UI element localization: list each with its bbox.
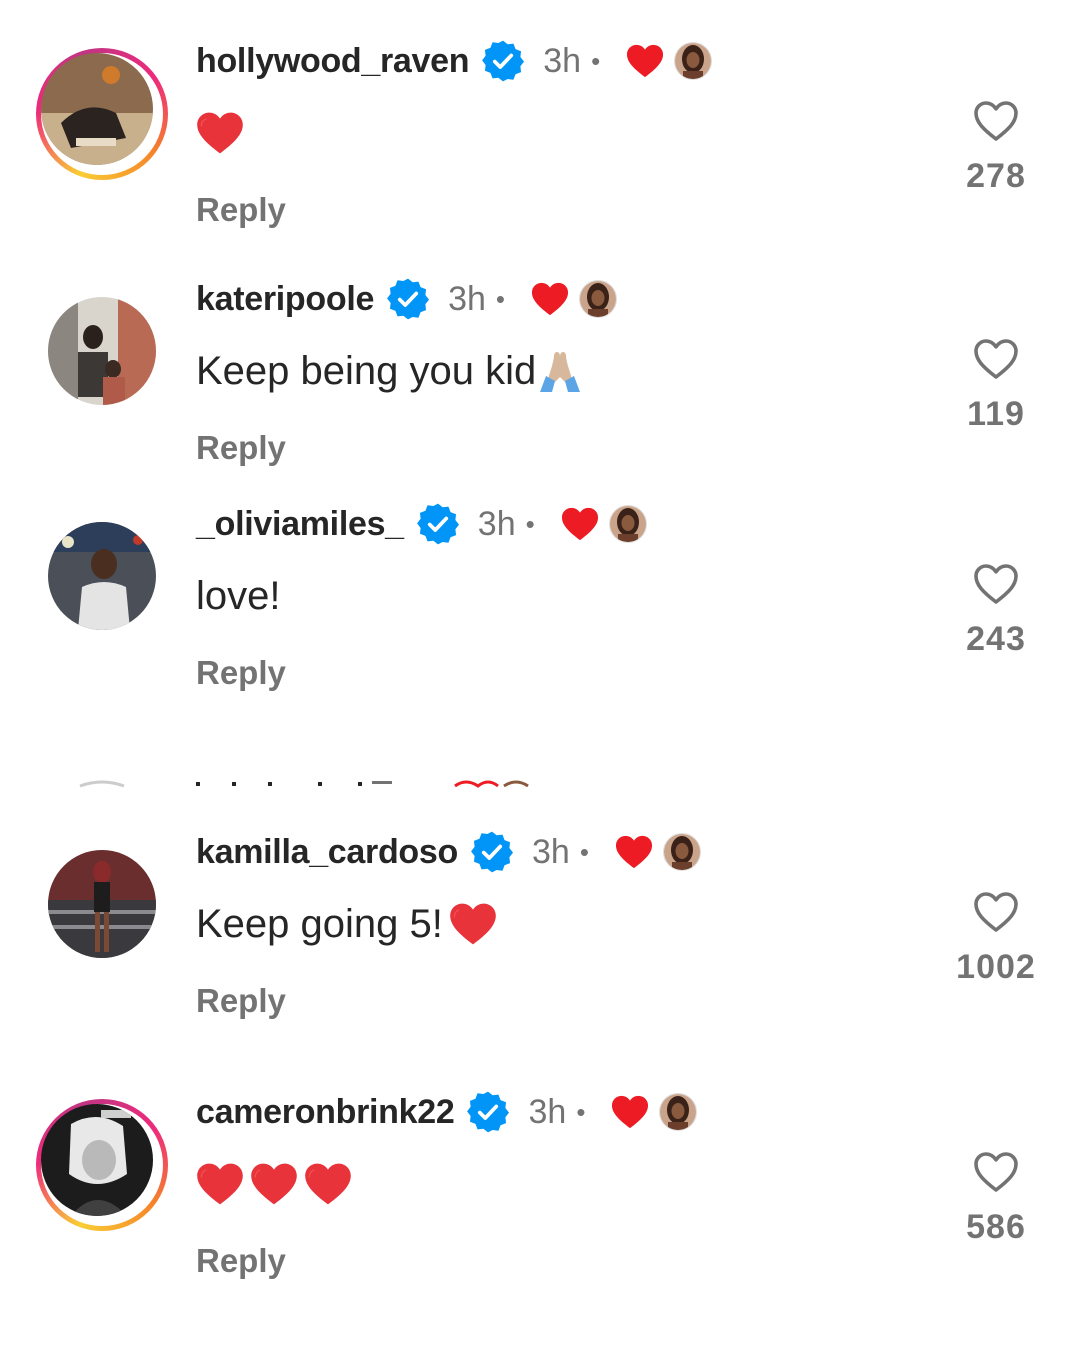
comment-item: kamilla_cardoso 3h • Keep going 5! Reply… [0, 850, 1080, 1050]
comment-item: _oliviamiles_ 3h • love! Reply 243 [0, 522, 1080, 722]
creator-avatar [579, 280, 618, 318]
username[interactable]: kateripoole [196, 280, 374, 319]
like-count: 278 [966, 157, 1026, 195]
comment-header: _oliviamiles_ 3h • [196, 494, 647, 554]
creator-liked-heart-icon [531, 281, 569, 317]
like-control: 1002 [946, 890, 1046, 987]
red-heart-emoji [196, 110, 244, 156]
like-control: 119 [946, 337, 1046, 434]
comment-text [196, 105, 244, 161]
like-count: 1002 [956, 948, 1036, 986]
comment-header: kamilla_cardoso 3h • [196, 822, 701, 882]
timestamp: 3h [528, 1092, 567, 1131]
verified-badge-icon [481, 39, 525, 83]
verified-badge-icon [416, 502, 460, 546]
comment-item: hollywood_raven 3h • Reply 278 [0, 59, 1080, 259]
reply-button[interactable]: Reply [196, 191, 286, 229]
creator-avatar [674, 42, 713, 80]
avatar[interactable] [41, 53, 153, 165]
separator-dot: • [579, 836, 589, 867]
verified-badge-icon [386, 277, 430, 321]
heart-outline-icon[interactable] [972, 1150, 1020, 1194]
creator-avatar [608, 505, 647, 543]
comment-text-content: Keep going 5! [196, 901, 443, 946]
username[interactable]: cameronbrink22 [196, 1093, 455, 1132]
timestamp: 3h [477, 504, 516, 543]
creator-liked-heart-icon [561, 506, 599, 542]
like-control: 278 [946, 99, 1046, 196]
red-heart-emoji [449, 901, 497, 947]
username[interactable]: hollywood_raven [196, 42, 470, 81]
heart-outline-icon[interactable] [972, 890, 1020, 934]
comment-header: hollywood_raven 3h • [196, 31, 713, 91]
comment-header: cameronbrink22 3h • [196, 1082, 698, 1142]
timestamp: 3h [531, 832, 570, 871]
username[interactable]: kamilla_cardoso [196, 833, 458, 872]
comment-header: kateripoole 3h • [196, 269, 618, 329]
partially-hidden-comment [0, 772, 1080, 788]
like-count: 119 [967, 395, 1025, 433]
reply-button[interactable]: Reply [196, 1242, 286, 1280]
timestamp: 3h [543, 41, 582, 80]
verified-badge-icon [470, 830, 514, 874]
timestamp: 3h [448, 279, 486, 318]
verified-badge-icon [466, 1090, 510, 1134]
folded-hands-emoji [536, 348, 584, 394]
like-control: 243 [946, 562, 1046, 659]
heart-outline-icon[interactable] [972, 562, 1020, 606]
comment-item: cameronbrink22 3h • Reply 586 [0, 1110, 1080, 1310]
separator-dot: • [591, 45, 601, 76]
reply-button[interactable]: Reply [196, 654, 286, 692]
creator-liked-heart-icon [626, 43, 664, 79]
avatar[interactable] [48, 297, 156, 405]
comment-text [196, 1156, 352, 1212]
red-heart-emoji [250, 1161, 298, 1207]
comment-text: love! [196, 568, 281, 624]
story-ring[interactable] [36, 1099, 168, 1231]
avatar[interactable] [48, 850, 156, 958]
red-heart-emoji [196, 1161, 244, 1207]
comment-text: Keep being you kid [196, 343, 584, 399]
red-heart-emoji [304, 1161, 352, 1207]
heart-outline-icon[interactable] [972, 337, 1020, 381]
username[interactable]: _oliviamiles_ [196, 505, 404, 544]
clipped-row-remnant [79, 780, 529, 788]
comment-text-content: love! [196, 573, 281, 618]
reply-button[interactable]: Reply [196, 982, 286, 1020]
like-count: 586 [966, 1208, 1026, 1246]
like-count: 243 [966, 620, 1026, 658]
like-control: 586 [946, 1150, 1046, 1247]
story-ring[interactable] [36, 48, 168, 180]
heart-outline-icon[interactable] [972, 99, 1020, 143]
creator-liked-heart-icon [611, 1094, 649, 1130]
creator-avatar [662, 833, 701, 871]
creator-avatar [659, 1093, 698, 1131]
separator-dot: • [576, 1096, 586, 1127]
comment-text-content: Keep being you kid [196, 348, 537, 393]
separator-dot: • [525, 508, 535, 539]
avatar[interactable] [48, 522, 156, 630]
comment-text: Keep going 5! [196, 896, 497, 952]
avatar[interactable] [41, 1104, 153, 1216]
reply-button[interactable]: Reply [196, 429, 286, 467]
separator-dot: • [495, 283, 506, 314]
comment-item: kateripoole 3h • Keep being you kid Repl… [0, 297, 1080, 497]
creator-liked-heart-icon [615, 834, 653, 870]
